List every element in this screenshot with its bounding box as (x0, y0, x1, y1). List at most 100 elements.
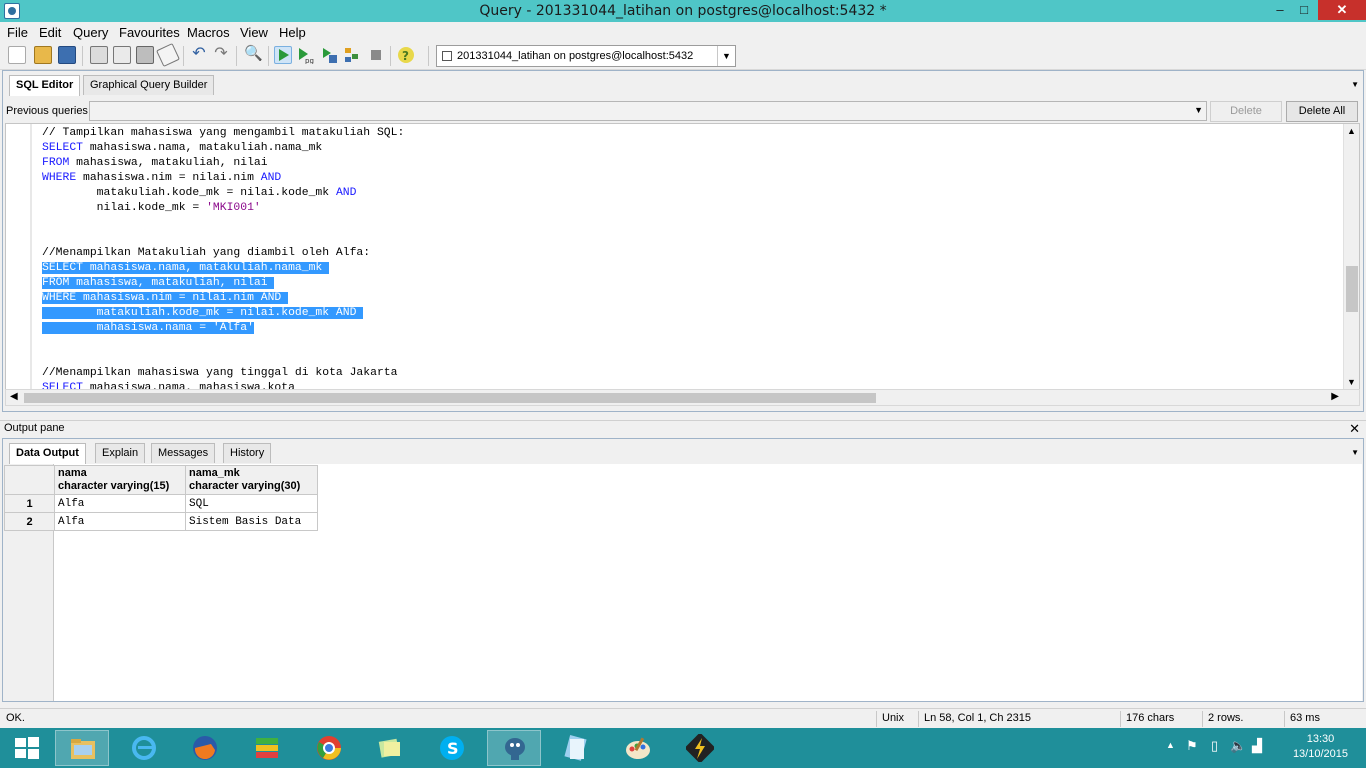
tab-graphical-query-builder[interactable]: Graphical Query Builder (83, 75, 215, 95)
previous-queries-select[interactable]: ▼ (89, 101, 1207, 121)
clock[interactable]: 13:30 13/10/2015 (1293, 732, 1348, 762)
column-header-nama[interactable]: nama character varying(15) (54, 465, 186, 495)
open-icon[interactable] (34, 46, 52, 64)
scroll-thumb[interactable] (24, 393, 876, 403)
menu-file[interactable]: File (7, 25, 28, 40)
sql-code[interactable]: // Tampilkan mahasiswa yang mengambil ma… (42, 126, 404, 389)
notepad-icon[interactable] (549, 730, 603, 766)
svg-text:S: S (447, 739, 459, 758)
volume-icon[interactable]: 🔈 (1230, 738, 1246, 754)
new-icon[interactable] (8, 46, 26, 64)
show-hidden-icons-icon[interactable]: ▲ (1166, 740, 1175, 750)
cancel-icon[interactable] (367, 46, 385, 64)
scroll-thumb[interactable] (1346, 266, 1358, 312)
code-line[interactable]: nilai.kode_mk = 'MKI001' (42, 201, 404, 216)
cell-nama[interactable]: Alfa (54, 512, 186, 531)
delete-all-button[interactable]: Delete All (1286, 101, 1358, 122)
menu-favourites[interactable]: Favourites (119, 25, 180, 40)
editor-vertical-scrollbar[interactable]: ▲ ▼ (1343, 124, 1359, 389)
help-icon[interactable]: ? (397, 46, 415, 64)
notes-icon[interactable] (363, 730, 417, 766)
explain-icon[interactable] (343, 46, 361, 64)
cut-icon[interactable] (90, 46, 108, 64)
status-message: OK. (6, 712, 25, 724)
cell-nama[interactable]: Alfa (54, 494, 186, 513)
battery-icon[interactable]: ▯ (1211, 738, 1218, 754)
scroll-down-icon[interactable]: ▼ (1347, 377, 1356, 387)
menu-edit[interactable]: Edit (39, 25, 61, 40)
menu-query[interactable]: Query (73, 25, 108, 40)
bluestacks-icon[interactable] (240, 730, 294, 766)
connection-select[interactable]: 201331044_latihan on postgres@localhost:… (436, 45, 736, 67)
code-line[interactable]: FROM mahasiswa, matakuliah, nilai (42, 156, 404, 171)
scroll-up-icon[interactable]: ▲ (1347, 126, 1356, 136)
tab-messages[interactable]: Messages (151, 443, 216, 463)
code-line[interactable] (42, 351, 404, 366)
code-line[interactable]: FROM mahasiswa, matakuliah, nilai (42, 276, 404, 291)
scroll-right-icon[interactable]: ▶ (1331, 391, 1339, 402)
redo-icon[interactable]: ↷ (212, 46, 230, 64)
code-line[interactable]: //Menampilkan mahasiswa yang tinggal di … (42, 366, 404, 381)
file-explorer-icon[interactable] (55, 730, 109, 766)
cell-nama-mk[interactable]: SQL (185, 494, 318, 513)
delete-button[interactable]: Delete (1210, 101, 1282, 122)
data-output-grid: nama character varying(15) nama_mk chara… (4, 464, 1362, 701)
close-button[interactable]: ✕ (1318, 0, 1366, 20)
code-token: WHERE (42, 172, 77, 184)
code-line[interactable]: WHERE mahasiswa.nim = nilai.nim AND (42, 171, 404, 186)
tab-sql-editor[interactable]: SQL Editor (9, 75, 81, 96)
code-line[interactable]: // Tampilkan mahasiswa yang mengambil ma… (42, 126, 404, 141)
chevron-down-icon[interactable]: ▼ (717, 46, 735, 66)
code-line[interactable]: matakuliah.kode_mk = nilai.kode_mk AND (42, 306, 404, 321)
tab-history[interactable]: History (223, 443, 272, 463)
sql-code-editor[interactable]: // Tampilkan mahasiswa yang mengambil ma… (5, 123, 1360, 390)
row-number[interactable]: 1 (4, 494, 55, 513)
code-line[interactable]: SELECT mahasiswa.nama, matakuliah.nama_m… (42, 141, 404, 156)
code-line[interactable] (42, 216, 404, 231)
row-number[interactable]: 2 (4, 512, 55, 531)
menu-help[interactable]: Help (279, 25, 306, 40)
menu-view[interactable]: View (240, 25, 268, 40)
copy-icon[interactable] (113, 46, 131, 64)
cell-nama-mk[interactable]: Sistem Basis Data (185, 512, 318, 531)
internet-explorer-icon[interactable] (117, 730, 171, 766)
tabs-dropdown-icon[interactable]: ▼ (1351, 448, 1359, 457)
action-center-flag-icon[interactable]: ⚑ (1186, 738, 1198, 754)
winamp-icon[interactable] (673, 730, 727, 766)
save-icon[interactable] (58, 46, 76, 64)
code-line[interactable] (42, 231, 404, 246)
editor-horizontal-scrollbar[interactable]: ◀ ▶ (5, 389, 1360, 406)
column-header-nama-mk[interactable]: nama_mk character varying(30) (185, 465, 318, 495)
menu-macros[interactable]: Macros (187, 25, 230, 40)
execute-pgscript-icon[interactable]: pg (296, 46, 314, 65)
code-line[interactable]: matakuliah.kode_mk = nilai.kode_mk AND (42, 186, 404, 201)
table-row[interactable]: 1 Alfa SQL (4, 494, 318, 513)
execute-to-file-icon[interactable] (320, 46, 338, 64)
execute-icon[interactable] (274, 46, 292, 64)
code-line[interactable]: SELECT mahasiswa.nama, matakuliah.nama_m… (42, 261, 404, 276)
clear-icon[interactable] (156, 43, 180, 67)
find-icon[interactable]: 🔍 (244, 46, 263, 64)
tab-data-output[interactable]: Data Output (9, 443, 86, 464)
table-row[interactable]: 2 Alfa Sistem Basis Data (4, 512, 318, 531)
start-button[interactable] (0, 730, 54, 766)
code-line[interactable]: WHERE mahasiswa.nim = nilai.nim AND (42, 291, 404, 306)
chevron-down-icon[interactable]: ▼ (1194, 105, 1203, 115)
pgadmin-icon[interactable] (487, 730, 541, 766)
code-line[interactable] (42, 336, 404, 351)
firefox-icon[interactable] (178, 730, 232, 766)
scroll-left-icon[interactable]: ◀ (10, 391, 18, 402)
code-line[interactable]: mahasiswa.nama = 'Alfa' (42, 321, 404, 336)
chrome-icon[interactable] (302, 730, 356, 766)
undo-icon[interactable]: ↶ (190, 46, 208, 64)
close-icon[interactable]: ✕ (1349, 421, 1360, 437)
code-line[interactable]: //Menampilkan Matakuliah yang diambil ol… (42, 246, 404, 261)
tabs-dropdown-icon[interactable]: ▼ (1351, 80, 1359, 89)
paste-icon[interactable] (136, 46, 154, 64)
paint-icon[interactable] (611, 730, 665, 766)
maximize-button[interactable]: □ (1290, 0, 1318, 20)
status-cursor-position: Ln 58, Col 1, Ch 2315 (924, 712, 1032, 724)
tab-explain[interactable]: Explain (95, 443, 146, 463)
network-icon[interactable]: ▟ (1252, 738, 1262, 754)
skype-icon[interactable]: S (425, 730, 479, 766)
